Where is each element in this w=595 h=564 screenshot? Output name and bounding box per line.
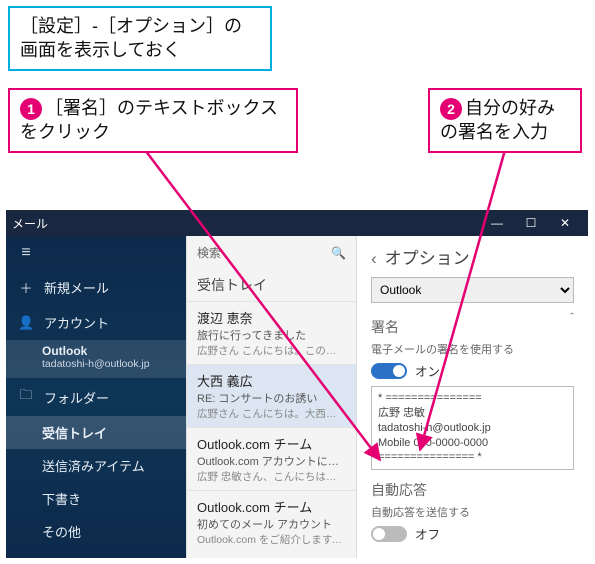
message-item[interactable]: Outlook.com チーム Outlook.com アカウントにサインイン … [187,427,356,490]
toggle-off-icon [371,526,407,542]
autoreply-section-title: 自動応答 [371,480,574,500]
signature-sub: 電子メールの署名を使用する [371,341,574,357]
autoreply-sub: 自動応答を送信する [371,504,574,520]
message-from: Outlook.com チーム [197,434,346,453]
new-mail-button[interactable]: ＋ 新規メール [6,270,186,305]
message-subject: 初めてのメール アカウント [197,516,346,532]
accounts-header[interactable]: 👤 アカウント [6,305,186,340]
signature-textbox[interactable]: * =============== 広野 忠敏 tadatoshi-h@outl… [371,386,574,470]
collapse-icon[interactable]: ˆ [570,311,574,325]
options-title: ‹ オプション [371,244,574,269]
plus-icon: ＋ [18,278,34,297]
hamburger-icon: ≡ [18,244,34,262]
titlebar: メール — ☐ ✕ [6,210,588,236]
window-maximize[interactable]: ☐ [514,216,548,230]
back-button[interactable]: ‹ [371,249,377,268]
message-subject: RE: コンサートのお誘い [197,390,346,406]
account-address: tadatoshi-h@outlook.jp [42,358,174,370]
list-header: 受信トレイ [187,269,356,301]
accounts-label: アカウント [44,313,109,332]
app-title: メール [12,215,48,232]
sidebar: ≡ ＋ 新規メール 👤 アカウント Outlook tadatoshi-h@ou… [6,236,186,558]
folder-other[interactable]: その他 [6,515,186,548]
person-icon: 👤 [18,315,34,331]
message-subject: 旅行に行ってきました [197,327,346,343]
message-from: 大西 義広 [197,371,346,390]
callout-prereq: ［設定］-［オプション］の 画面を表示しておく [8,6,272,71]
message-preview: 広野さん こんにちは。この間の週末、 [197,343,346,358]
signature-toggle[interactable]: オン [371,361,440,380]
toggle-on-icon [371,363,407,379]
message-list: 検索 🔍 受信トレイ 渡辺 恵奈 旅行に行ってきました 広野さん こんにちは。こ… [186,236,356,558]
toggle-on-label: オン [415,361,440,380]
account-outlook[interactable]: Outlook tadatoshi-h@outlook.jp [6,340,186,378]
message-preview: 広野さん こんにちは。大西です。お誘い [197,406,346,421]
message-item[interactable]: 渡辺 恵奈 旅行に行ってきました 広野さん こんにちは。この間の週末、 [187,301,356,364]
folder-sent[interactable]: 送信済みアイテム [6,449,186,482]
account-name: Outlook [42,344,174,358]
mail-app-window: メール — ☐ ✕ ≡ ＋ 新規メール 👤 アカウント Outlook tada… [6,210,588,558]
account-select[interactable]: Outlook [371,277,574,303]
message-from: Outlook.com チーム [197,497,346,516]
window-minimize[interactable]: — [480,216,514,230]
autoreply-toggle[interactable]: オフ [371,524,440,543]
folders-header[interactable]: 🗀 フォルダー [6,378,186,416]
step1-badge: 1 [20,98,42,120]
folder-drafts[interactable]: 下書き [6,482,186,515]
callout-step2: 2自分の好みの署名を入力 [428,88,582,153]
message-preview: Outlook.com をご紹介します。まず、 [197,532,346,547]
hamburger-button[interactable]: ≡ [6,236,186,270]
options-title-text: オプション [385,249,470,268]
options-pane: ‹ オプション Outlook ˆ 署名 電子メールの署名を使用する オン * =… [356,236,588,558]
callout-step1: 1［署名］のテキストボックスをクリック [8,88,298,153]
toggle-off-label: オフ [415,524,440,543]
search-icon: 🔍 [331,246,346,260]
step1-text: ［署名］のテキストボックスをクリック [20,98,278,142]
search-label: 検索 [197,244,221,261]
new-mail-label: 新規メール [44,278,109,297]
message-from: 渡辺 恵奈 [197,308,346,327]
message-item[interactable]: 大西 義広 RE: コンサートのお誘い 広野さん こんにちは。大西です。お誘い [187,364,356,427]
message-item[interactable]: Outlook.com チーム 初めてのメール アカウント Outlook.co… [187,490,356,553]
message-preview: 広野 忠敏さん、こんにちは。引き続き [197,469,346,484]
step2-badge: 2 [440,98,462,120]
window-close[interactable]: ✕ [548,216,582,230]
signature-section-title: 署名 [371,317,574,337]
folders-label: フォルダー [44,388,109,407]
message-subject: Outlook.com アカウントにサインイン [197,453,346,469]
search-field[interactable]: 検索 🔍 [187,236,356,269]
folder-inbox[interactable]: 受信トレイ [6,416,186,449]
folder-icon: 🗀 [18,386,34,408]
